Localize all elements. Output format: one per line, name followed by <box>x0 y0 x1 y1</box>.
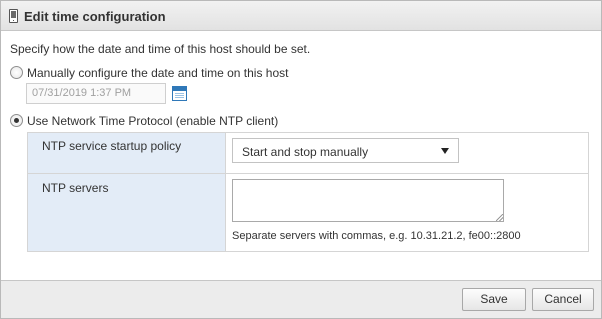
manual-time-radio[interactable] <box>10 66 23 79</box>
ntp-radio[interactable] <box>10 114 23 127</box>
startup-policy-row: NTP service startup policy Start and sto… <box>28 133 588 174</box>
startup-policy-label-cell: NTP service startup policy <box>28 133 226 173</box>
ntp-servers-row: NTP servers Separate servers with commas… <box>28 174 588 251</box>
dialog-footer: Save Cancel <box>1 280 601 318</box>
intro-text: Specify how the date and time of this ho… <box>10 42 311 56</box>
startup-policy-select[interactable]: Start and stop manually <box>232 138 459 163</box>
ntp-servers-hint: Separate servers with commas, e.g. 10.31… <box>232 230 521 242</box>
datetime-input: 07/31/2019 1:37 PM <box>26 83 166 104</box>
cancel-button[interactable]: Cancel <box>532 288 594 311</box>
startup-policy-label: NTP service startup policy <box>42 139 182 153</box>
manual-time-label[interactable]: Manually configure the date and time on … <box>27 66 289 80</box>
dialog-titlebar: Edit time configuration <box>1 1 601 31</box>
startup-policy-value: Start and stop manually <box>242 145 369 159</box>
ntp-servers-input[interactable] <box>232 179 504 222</box>
edit-time-configuration-dialog: Edit time configuration Specify how the … <box>0 0 602 319</box>
ntp-servers-label-cell: NTP servers <box>28 174 226 251</box>
resize-grip-icon[interactable] <box>496 214 503 221</box>
host-icon <box>9 9 18 23</box>
ntp-label[interactable]: Use Network Time Protocol (enable NTP cl… <box>27 114 278 128</box>
dropdown-arrow-icon <box>441 148 449 154</box>
calendar-icon[interactable] <box>172 86 187 101</box>
save-button[interactable]: Save <box>462 288 526 311</box>
ntp-servers-label: NTP servers <box>42 181 109 195</box>
ntp-settings-table: NTP service startup policy Start and sto… <box>27 132 589 252</box>
dialog-title: Edit time configuration <box>24 9 166 24</box>
